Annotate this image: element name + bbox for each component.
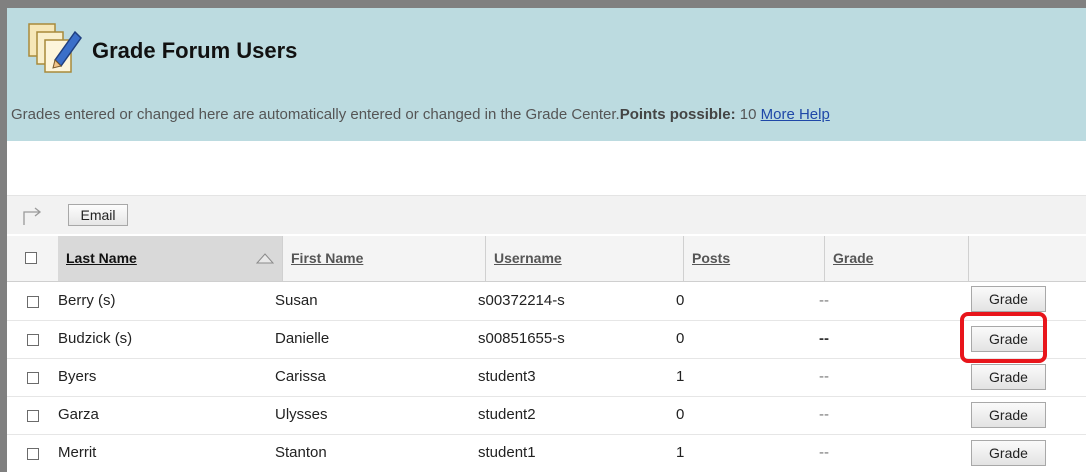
column-header-posts[interactable]: Posts	[683, 236, 824, 281]
first-name-cell: Stanton	[275, 444, 327, 461]
posts-cell: 0	[676, 330, 685, 347]
table-row: Berry (s) Susan s00372214-s 0 -- Grade	[7, 282, 1086, 321]
last-name-cell: Garza	[58, 406, 99, 423]
last-name-cell: Budzick (s)	[58, 330, 133, 347]
first-name-cell: Carissa	[275, 368, 326, 385]
more-help-link[interactable]: More Help	[761, 106, 830, 123]
table-row: Merrit Stanton student1 1 -- Grade	[7, 434, 1086, 472]
instructions-body: Grades entered or changed here are autom…	[11, 106, 620, 123]
posts-cell: 0	[676, 292, 685, 309]
grade-button[interactable]: Grade	[971, 440, 1046, 466]
column-label-last-name: Last Name	[66, 250, 137, 266]
instructions-text: Grades entered or changed here are autom…	[11, 106, 830, 123]
table-row: Byers Carissa student3 1 -- Grade	[7, 358, 1086, 397]
table-header: Last Name First Name Username Posts Grad…	[7, 236, 1086, 282]
posts-cell: 0	[676, 406, 685, 423]
row-checkbox[interactable]	[27, 334, 39, 346]
points-label: Points possible:	[619, 106, 736, 123]
highlight-box	[960, 312, 1047, 363]
row-checkbox[interactable]	[27, 448, 39, 460]
column-header-actions	[968, 236, 1086, 281]
row-checkbox[interactable]	[27, 296, 39, 308]
grade-forum-icon	[28, 23, 82, 73]
select-all-checkbox[interactable]	[25, 252, 37, 264]
username-cell: student3	[478, 368, 536, 385]
username-cell: student2	[478, 406, 536, 423]
row-checkbox[interactable]	[27, 410, 39, 422]
username-cell: student1	[478, 444, 536, 461]
points-value: 10	[739, 106, 757, 123]
grade-button[interactable]: Grade	[971, 402, 1046, 428]
grade-button[interactable]: Grade	[971, 364, 1046, 390]
grade-cell: --	[819, 368, 829, 385]
page-header: Grade Forum Users Grades entered or chan…	[7, 8, 1086, 141]
row-checkbox[interactable]	[27, 372, 39, 384]
posts-cell: 1	[676, 368, 685, 385]
column-header-first-name[interactable]: First Name	[282, 236, 485, 281]
email-button[interactable]: Email	[68, 204, 128, 226]
first-name-cell: Susan	[275, 292, 318, 309]
action-bar: Email	[7, 195, 1086, 234]
column-header-grade[interactable]: Grade	[824, 236, 968, 281]
page-title: Grade Forum Users	[92, 38, 298, 63]
grade-button[interactable]: Grade	[971, 286, 1046, 312]
last-name-cell: Byers	[58, 368, 97, 385]
first-name-cell: Ulysses	[275, 406, 328, 423]
sort-ascending-icon	[256, 253, 274, 264]
username-cell: s00372214-s	[478, 292, 565, 309]
grade-cell: --	[819, 330, 829, 347]
grade-cell: --	[819, 292, 829, 309]
table-row: Garza Ulysses student2 0 -- Grade	[7, 396, 1086, 435]
last-name-cell: Berry (s)	[58, 292, 116, 309]
column-header-last-name[interactable]: Last Name	[58, 236, 282, 281]
grade-cell: --	[819, 406, 829, 423]
column-header-username[interactable]: Username	[485, 236, 683, 281]
grade-cell: --	[819, 444, 829, 461]
arrow-icon	[23, 207, 42, 225]
first-name-cell: Danielle	[275, 330, 330, 347]
posts-cell: 1	[676, 444, 685, 461]
username-cell: s00851655-s	[478, 330, 565, 347]
last-name-cell: Merrit	[58, 444, 97, 461]
table-row: Budzick (s) Danielle s00851655-s 0 -- Gr…	[7, 320, 1086, 359]
